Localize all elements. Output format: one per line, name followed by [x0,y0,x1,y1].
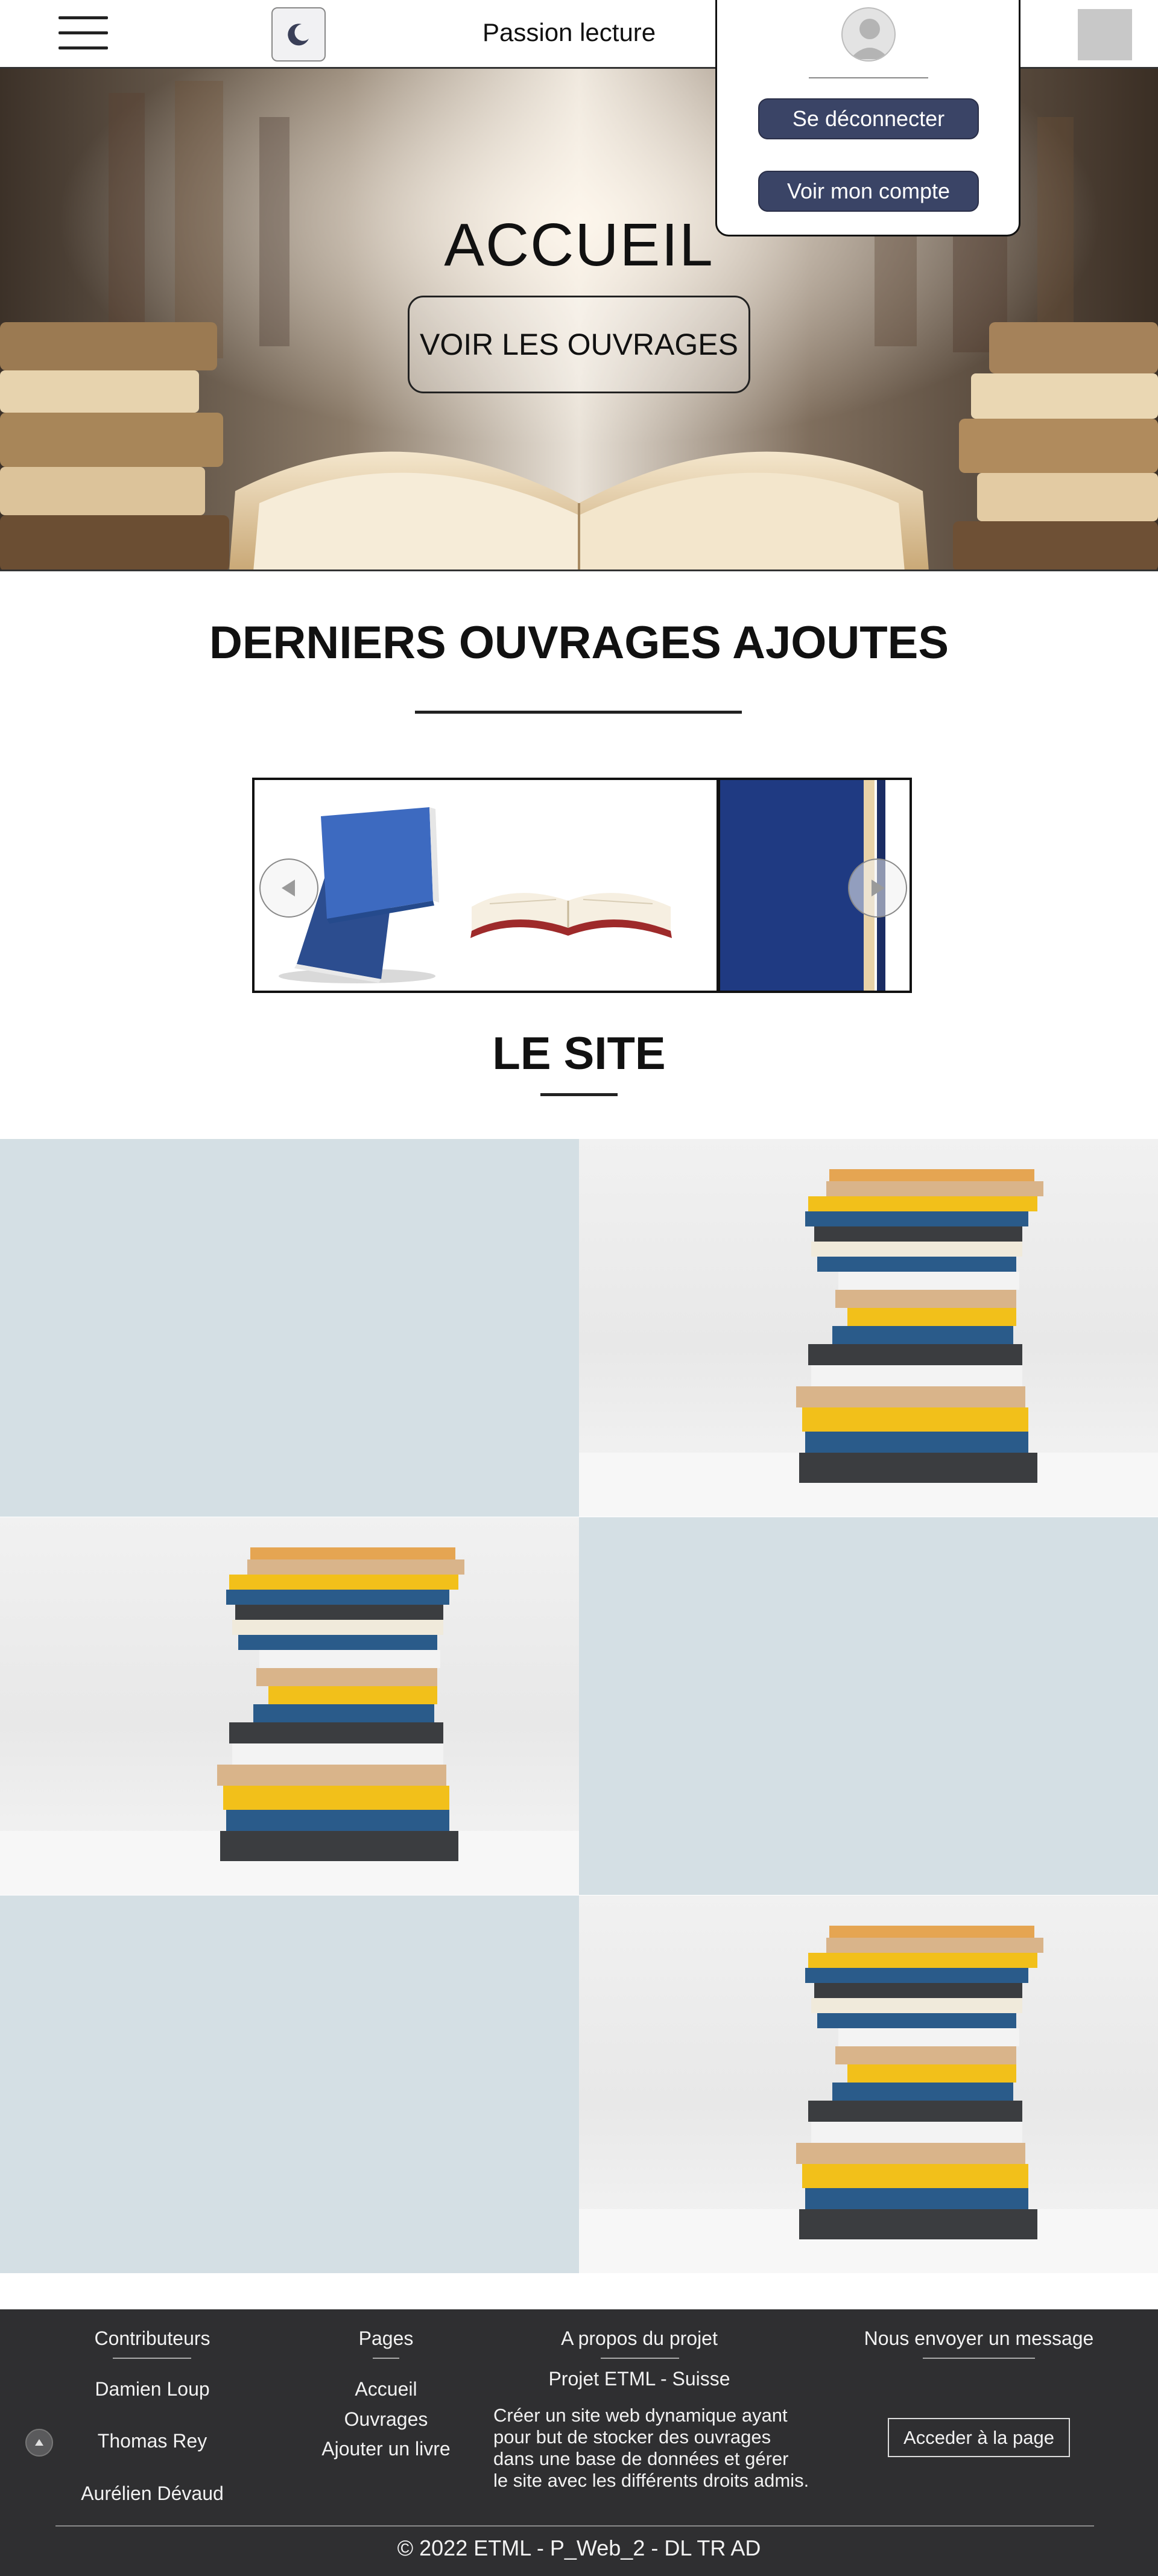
footer-pages-title: Pages [358,2327,414,2349]
logout-button[interactable]: Se déconnecter [758,98,979,139]
footer-contributors-divider [113,2358,191,2359]
footer-contributor-name: Damien Loup [95,2378,210,2400]
account-toggle-button[interactable] [1078,9,1132,60]
book-stack-image [0,1547,579,1895]
site-section-divider [540,1093,618,1096]
site-tile-book-stack [579,1139,1158,1517]
footer-contributors-title: Contributeurs [94,2327,210,2349]
footer-about-title: A propos du projet [561,2327,718,2349]
footer-about-divider [601,2358,679,2359]
page: Passion lecture ACCUEIL VOIR LES OUVRAGE… [0,0,1158,2576]
footer-message-title: Nous envoyer un message [864,2327,1094,2349]
footer-copyright: © 2022 ETML - P_Web_2 - DL TR AD [397,2536,761,2560]
site-tile-blank [0,1139,579,1517]
moon-icon [288,24,309,46]
arrow-up-icon [35,2439,43,2446]
latest-books-title: DERNIERS OUVRAGES AJOUTES [209,617,949,668]
footer-message-divider [923,2358,1035,2359]
hamburger-menu-icon[interactable] [59,15,108,51]
footer-about-subtitle: Projet ETML - Suisse [548,2368,730,2390]
site-title[interactable]: Passion lecture [482,18,656,47]
books-carousel [252,778,912,993]
site-grid [0,1139,1158,2273]
latest-books-divider [415,711,742,714]
scroll-top-button[interactable] [25,2429,53,2457]
site-footer: Contributeurs Damien Loup Thomas Rey Aur… [0,2309,1158,2576]
book-stack-image [579,1926,1158,2273]
footer-link-books[interactable]: Ouvrages [302,2408,470,2431]
carousel-next-button[interactable] [848,858,907,918]
carousel-slide-images [279,780,910,991]
theme-toggle-button[interactable] [271,7,326,62]
site-section-title: LE SITE [492,1028,666,1079]
view-account-button[interactable]: Voir mon compte [758,171,979,212]
chevron-left-icon [282,880,295,896]
site-tile-book-stack [579,1896,1158,2273]
view-books-button[interactable]: VOIR LES OUVRAGES [408,296,750,393]
user-avatar-icon [841,7,896,62]
account-divider [809,77,928,78]
footer-pages-divider [373,2358,399,2359]
site-tile-blank [0,1896,579,2273]
account-dropdown: Se déconnecter Voir mon compte [715,0,1020,236]
chevron-right-icon [872,880,885,896]
carousel-prev-button[interactable] [259,858,318,918]
site-tile-book-stack [0,1517,579,1895]
footer-link-home[interactable]: Accueil [302,2378,470,2400]
footer-link-add-book[interactable]: Ajouter un livre [302,2438,470,2460]
site-tile-blank [579,1517,1158,1895]
footer-contributor-name: Aurélien Dévaud [81,2482,224,2504]
footer-about-text: Créer un site web dynamique ayant pour b… [493,2405,809,2491]
footer-bottom-divider [55,2525,1094,2527]
footer-access-page-button[interactable]: Acceder à la page [888,2418,1070,2457]
footer-contributor-name: Thomas Rey [97,2430,207,2452]
book-stack-image [579,1169,1158,1517]
